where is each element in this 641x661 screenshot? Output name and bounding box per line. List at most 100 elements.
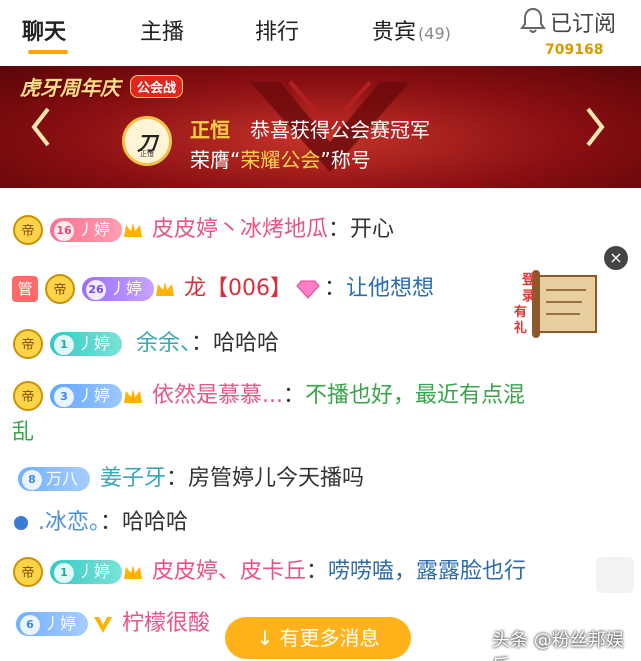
v-badge-icon xyxy=(94,617,113,633)
fan-level-number: 16 xyxy=(54,221,74,241)
user-name[interactable]: 依然是慕慕... xyxy=(152,383,283,408)
message-text: 房管婷儿今天播吗 xyxy=(188,466,365,491)
fan-level-badge: 1 丿婷 xyxy=(50,560,123,584)
noble-coin-icon: 帝 xyxy=(13,381,43,411)
banner-prev-arrow-icon[interactable] xyxy=(30,106,52,148)
separator: ： xyxy=(191,331,214,356)
chat-message: 8 万八 姜子牙：房管婷儿今天播吗 xyxy=(12,464,364,494)
noble-coin-icon: 帝 xyxy=(13,329,43,359)
fan-level-badge: 26 丿婷 xyxy=(82,277,155,301)
svg-text:有: 有 xyxy=(514,304,527,320)
tab-vip[interactable]: 贵宾 (49) xyxy=(372,14,451,46)
fan-level-number: 8 xyxy=(22,470,42,490)
separator: ： xyxy=(166,466,189,491)
fan-level-number: 1 xyxy=(54,335,74,355)
tab-ranking[interactable]: 排行 xyxy=(255,14,299,46)
user-avatar-dot-icon xyxy=(14,516,28,530)
watermark: 头条 @粉丝邦娱乐 xyxy=(492,630,624,661)
svg-text:帝: 帝 xyxy=(21,337,34,353)
guild-logo-sub: 正恒 xyxy=(140,150,154,158)
guild-name: 正恒 xyxy=(190,118,230,142)
chat-message: 帝 3 丿婷 依然是慕慕...：不播也好，最近有点混 xyxy=(12,380,525,412)
svg-text:帝: 帝 xyxy=(21,565,34,581)
login-gift-scroll-icon[interactable]: 登 录 有 礼 xyxy=(510,262,602,344)
close-gift-button[interactable]: × xyxy=(604,246,628,270)
crown-icon xyxy=(124,565,143,579)
banner-subline: 荣膺“荣耀公会”称号 xyxy=(190,144,371,173)
separator: ： xyxy=(283,383,306,408)
banner-next-arrow-icon[interactable] xyxy=(584,106,606,148)
banner-tag: 公会战 xyxy=(130,75,184,98)
crown-icon xyxy=(156,282,175,296)
message-text: 哈哈哈 xyxy=(122,510,189,535)
fan-badge-name: 丿婷 xyxy=(44,614,77,633)
faded-sticker xyxy=(596,557,634,593)
user-name[interactable]: 龙【006】 xyxy=(184,276,292,301)
chat-tab-bar: 聊天 主播 排行 贵宾 (49) 已订阅 709168 xyxy=(0,0,641,64)
noble-coin-icon: 帝 xyxy=(45,274,75,304)
fan-badge-name: 丿婷 xyxy=(78,562,111,581)
noble-coin-icon: 帝 xyxy=(13,557,43,587)
chat-message: 帝 16 丿婷 皮皮婷丶冰烤地瓜：开心 xyxy=(12,214,394,246)
chat-message: 管帝 26 丿婷 龙【006】 ：让他想想 xyxy=(12,273,434,305)
banner-title: 虎牙周年庆 xyxy=(20,76,120,100)
svg-text:录: 录 xyxy=(522,289,535,304)
user-name[interactable]: 姜子牙 xyxy=(100,466,166,491)
fan-level-badge: 8 万八 xyxy=(18,467,91,491)
vip-count: (49) xyxy=(418,24,451,43)
separator: ： xyxy=(328,217,351,242)
user-name[interactable]: .冰恋。 xyxy=(38,510,100,535)
guild-logo: 刀 正恒 xyxy=(122,116,172,166)
chat-message-continued: 乱 xyxy=(12,418,34,448)
banner-subline-suffix: ”称号 xyxy=(320,148,371,172)
crown-icon xyxy=(124,389,143,403)
fan-level-badge: 3 丿婷 xyxy=(50,384,123,408)
fan-badge-name: 丿婷 xyxy=(110,279,143,298)
svg-text:帝: 帝 xyxy=(21,223,34,239)
manager-badge: 管 xyxy=(12,276,38,302)
message-text: 开心 xyxy=(350,217,395,242)
svg-text:帝: 帝 xyxy=(53,282,66,298)
message-text: 不播也好，最近有点混 xyxy=(305,383,526,408)
message-text: 唠唠嗑，露露脸也行 xyxy=(328,559,527,584)
fan-level-number: 6 xyxy=(20,615,40,635)
tab-chat[interactable]: 聊天 xyxy=(22,14,66,46)
anniversary-banner[interactable]: 虎牙周年庆 公会战 刀 正恒 正恒 恭喜获得公会赛冠军 荣膺“荣耀公会”称号 xyxy=(0,66,641,188)
separator: ： xyxy=(324,276,347,301)
user-name[interactable]: 余余、 xyxy=(136,331,191,356)
message-text-wrap: 乱 xyxy=(12,420,35,445)
chat-message: .冰恋。：哈哈哈 xyxy=(12,508,188,538)
subscribe-button[interactable]: 已订阅 709168 xyxy=(520,4,630,60)
message-text: 哈哈哈 xyxy=(213,331,280,356)
diamond-icon xyxy=(296,280,320,299)
fan-level-number: 1 xyxy=(54,563,74,583)
fan-badge-name: 丿婷 xyxy=(78,334,111,353)
svg-text:帝: 帝 xyxy=(21,389,34,405)
banner-headline: 正恒 恭喜获得公会赛冠军 xyxy=(190,114,430,143)
svg-text:登: 登 xyxy=(521,272,536,288)
fan-badge-name: 丿婷 xyxy=(78,386,111,405)
fan-level-badge: 6 丿婷 xyxy=(16,612,89,636)
banner-congrats: 恭喜获得公会赛冠军 xyxy=(250,118,430,142)
svg-text:礼: 礼 xyxy=(514,320,527,336)
chat-message: 帝 1 丿婷 余余、：哈哈哈 xyxy=(12,328,279,360)
fan-badge-name: 丿婷 xyxy=(78,220,111,239)
user-name[interactable]: 皮皮婷、皮卡丘 xyxy=(152,559,306,584)
fan-badge-name: 万八 xyxy=(46,469,79,488)
separator: ： xyxy=(306,559,329,584)
user-name[interactable]: 皮皮婷丶冰烤地瓜 xyxy=(152,217,328,242)
message-text: 让他想想 xyxy=(346,276,435,301)
subscriber-count: 709168 xyxy=(545,42,604,58)
chat-message: 帝 1 丿婷 皮皮婷、皮卡丘：唠唠嗑，露露脸也行 xyxy=(12,556,526,588)
guild-title: 荣耀公会 xyxy=(240,148,321,172)
fan-level-badge: 1 丿婷 xyxy=(50,332,123,356)
tab-vip-label: 贵宾 xyxy=(372,20,417,45)
user-name[interactable]: 柠檬很酸 xyxy=(122,611,210,636)
bell-icon xyxy=(520,7,546,33)
fan-level-badge: 16 丿婷 xyxy=(50,218,123,242)
tab-host[interactable]: 主播 xyxy=(140,14,184,46)
active-tab-indicator xyxy=(28,50,68,54)
subscribe-label: 已订阅 xyxy=(550,12,617,37)
more-messages-button[interactable]: ↓ 有更多消息 xyxy=(225,617,411,659)
separator: ： xyxy=(100,510,123,535)
